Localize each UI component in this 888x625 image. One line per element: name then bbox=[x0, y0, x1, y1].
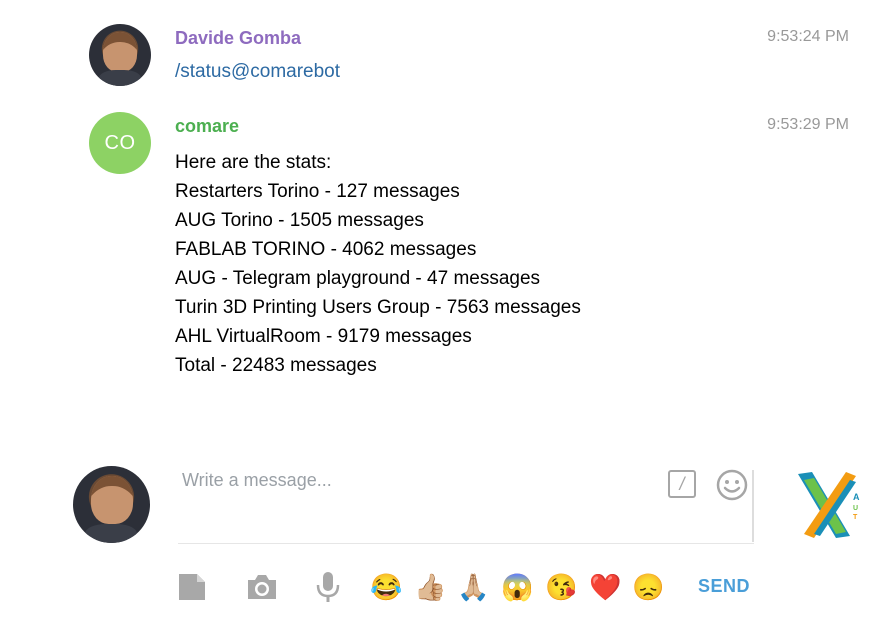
send-button[interactable]: SEND bbox=[698, 576, 750, 597]
quick-emoji-kiss[interactable]: 😘 bbox=[545, 570, 577, 604]
stats-line: AUG Torino - 1505 messages bbox=[175, 210, 424, 231]
peer-chat-logo[interactable]: A U T bbox=[790, 466, 870, 544]
own-avatar[interactable] bbox=[73, 466, 150, 543]
message-input[interactable] bbox=[178, 464, 648, 524]
message-body: Davide Gomba /status@comarebot bbox=[175, 27, 735, 83]
quick-emoji-pray[interactable]: 🙏🏼 bbox=[457, 570, 489, 604]
smiley-icon[interactable] bbox=[715, 468, 749, 502]
avatar-initials: CO bbox=[104, 131, 136, 154]
stats-line: Total - 22483 messages bbox=[175, 355, 377, 376]
message-body: comare Here are the stats: Restarters To… bbox=[175, 115, 735, 380]
stats-line: Restarters Torino - 127 messages bbox=[175, 181, 460, 202]
message-composer: / bbox=[178, 464, 754, 544]
quick-emoji-disappointed[interactable]: 😞 bbox=[632, 570, 664, 604]
stats-line: Here are the stats: bbox=[175, 152, 332, 173]
svg-text:T: T bbox=[853, 514, 858, 521]
svg-text:U: U bbox=[853, 505, 858, 512]
message-timestamp: 9:53:29 PM bbox=[767, 116, 849, 133]
message-davide: Davide Gomba /status@comarebot 9:53:24 P… bbox=[0, 22, 888, 86]
quick-emoji-joy[interactable]: 😂 bbox=[370, 570, 402, 604]
stats-text: Here are the stats: Restarters Torino - … bbox=[175, 148, 735, 380]
sender-name[interactable]: comare bbox=[175, 115, 735, 137]
davide-avatar[interactable] bbox=[89, 24, 151, 86]
microphone-icon[interactable] bbox=[311, 570, 345, 604]
sender-name[interactable]: Davide Gomba bbox=[175, 27, 735, 49]
stats-line: FABLAB TORINO - 4062 messages bbox=[175, 239, 477, 260]
document-icon[interactable] bbox=[175, 570, 209, 604]
quick-emoji-scream[interactable]: 😱 bbox=[501, 570, 533, 604]
stats-line: AHL VirtualRoom - 9179 messages bbox=[175, 326, 472, 347]
stats-line: Turin 3D Printing Users Group - 7563 mes… bbox=[175, 297, 581, 318]
quick-emoji-heart[interactable]: ❤️ bbox=[589, 570, 621, 604]
bot-command-link[interactable]: /status@comarebot bbox=[175, 61, 735, 83]
quick-emoji-thumbs-up[interactable]: 👍🏼 bbox=[414, 570, 446, 604]
camera-icon[interactable] bbox=[245, 570, 279, 604]
stats-line: AUG - Telegram playground - 47 messages bbox=[175, 268, 541, 289]
bot-commands-button[interactable]: / bbox=[668, 470, 696, 498]
svg-text:A: A bbox=[853, 492, 860, 502]
comare-avatar[interactable]: CO bbox=[89, 112, 151, 174]
message-timestamp: 9:53:24 PM bbox=[767, 28, 849, 45]
